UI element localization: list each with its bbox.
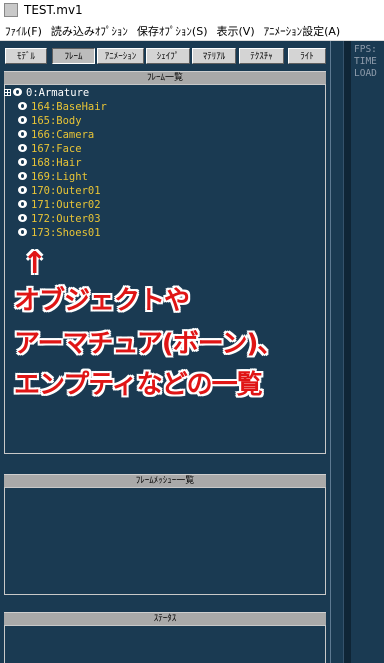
- tab-material[interactable]: ﾏﾃﾘｱﾙ: [192, 48, 236, 64]
- title-bar: TEST.mv1: [0, 0, 384, 21]
- menu-view[interactable]: 表示(V): [212, 23, 259, 39]
- tree-item[interactable]: 168:Hair: [18, 157, 82, 170]
- tab-shape[interactable]: ｼｪｲﾌﾟ: [146, 48, 190, 64]
- eye-icon[interactable]: [18, 228, 27, 236]
- frame-list-header: ﾌﾚｰﾑ一覧: [4, 71, 326, 84]
- eye-icon[interactable]: [18, 186, 27, 194]
- tree-item-label: 173:Shoes01: [31, 227, 101, 239]
- tree-item-label: 168:Hair: [31, 157, 82, 169]
- tree-item-label: 0:Armature: [26, 87, 90, 99]
- tree-item-label: 172:Outer03: [31, 213, 101, 225]
- tab-model[interactable]: ﾓﾃﾞﾙ: [5, 48, 47, 64]
- menu-bar: ﾌｧｲﾙ(F) 読み込みｵﾌﾟｼｮﾝ 保存ｵﾌﾟｼｮﾝ(S) 表示(V) ｱﾆﾒ…: [0, 21, 384, 41]
- eye-icon[interactable]: [18, 130, 27, 138]
- tree-item[interactable]: 165:Body: [18, 115, 82, 128]
- eye-icon[interactable]: [18, 200, 27, 208]
- tree-item-label: 164:BaseHair: [31, 101, 107, 113]
- app-icon: [4, 3, 18, 17]
- window-title: TEST.mv1: [24, 3, 83, 17]
- tree-item-armature[interactable]: 0:Armature: [4, 87, 89, 100]
- tree-item[interactable]: 171:Outer02: [18, 199, 101, 212]
- tree-item[interactable]: 167:Face: [18, 143, 82, 156]
- time-readout: TIME: [354, 56, 377, 67]
- status-panel: [4, 625, 326, 663]
- tree-item[interactable]: 172:Outer03: [18, 213, 101, 226]
- tree-item-label: 169:Light: [31, 171, 88, 183]
- eye-icon[interactable]: [18, 158, 27, 166]
- tab-animation[interactable]: ｱﾆﾒｰｼｮﾝ: [97, 48, 144, 64]
- tree-item-label: 170:Outer01: [31, 185, 101, 197]
- up-arrow-annotation: ↑: [22, 246, 48, 281]
- load-readout: LOAD: [354, 68, 377, 79]
- expand-icon[interactable]: [4, 89, 11, 96]
- annotation-line-2: アーマチュア(ボーン)、: [14, 329, 283, 359]
- status-header: ｽﾃｰﾀｽ: [4, 612, 326, 625]
- tree-item-label: 166:Camera: [31, 129, 95, 141]
- tree-item[interactable]: 166:Camera: [18, 129, 94, 142]
- tree-item[interactable]: 164:BaseHair: [18, 101, 107, 114]
- annotation-line-3: エンプティなどの一覧: [14, 370, 263, 400]
- panel-divider[interactable]: [330, 41, 331, 663]
- tree-item[interactable]: 170:Outer01: [18, 185, 101, 198]
- tree-item-label: 167:Face: [31, 143, 82, 155]
- eye-icon[interactable]: [18, 172, 27, 180]
- tab-texture[interactable]: ﾃｸｽﾁｬ: [239, 48, 284, 64]
- menu-animation-settings[interactable]: ｱﾆﾒｰｼｮﾝ設定(A): [259, 23, 345, 39]
- tree-item[interactable]: 173:Shoes01: [18, 227, 101, 240]
- tree-item[interactable]: 169:Light: [18, 171, 88, 184]
- tab-light[interactable]: ﾗｲﾄ: [288, 48, 326, 64]
- fps-readout: FPS:: [354, 44, 377, 55]
- viewport-separator: [343, 41, 351, 663]
- menu-file[interactable]: ﾌｧｲﾙ(F): [0, 23, 46, 39]
- annotation-line-1: オブジェクトや: [14, 286, 190, 316]
- eye-icon[interactable]: [18, 214, 27, 222]
- eye-icon[interactable]: [13, 88, 22, 96]
- menu-save-options[interactable]: 保存ｵﾌﾟｼｮﾝ(S): [132, 23, 212, 39]
- frame-mesh-list-header: ﾌﾚｰﾑﾒｯｼｭｰ一覧: [4, 474, 326, 487]
- eye-icon[interactable]: [18, 102, 27, 110]
- eye-icon[interactable]: [18, 144, 27, 152]
- frame-mesh-list-panel[interactable]: [4, 487, 326, 595]
- tab-frame[interactable]: ﾌﾚｰﾑ: [52, 48, 95, 64]
- menu-import-options[interactable]: 読み込みｵﾌﾟｼｮﾝ: [46, 23, 132, 39]
- eye-icon[interactable]: [18, 116, 27, 124]
- tree-item-label: 171:Outer02: [31, 199, 101, 211]
- tree-item-label: 165:Body: [31, 115, 82, 127]
